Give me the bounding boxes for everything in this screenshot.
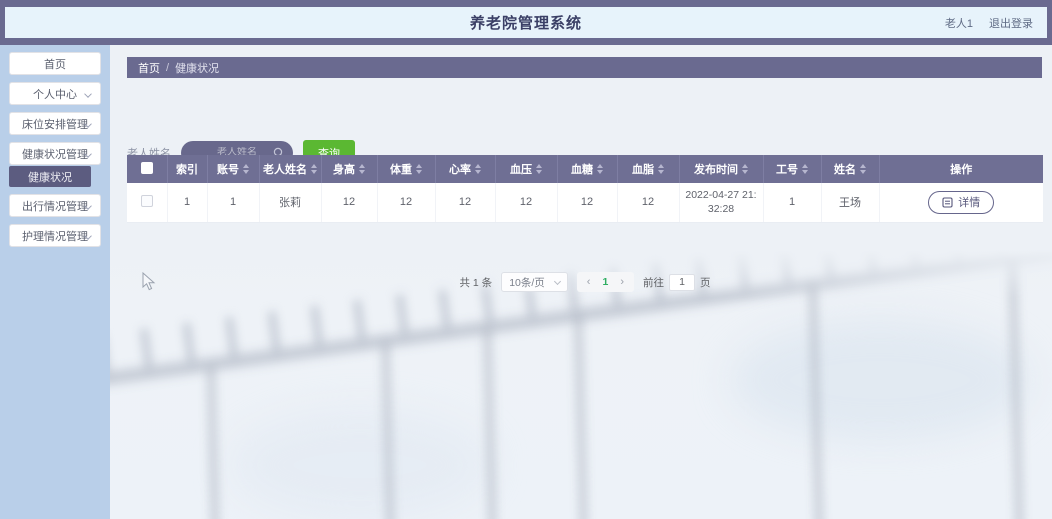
sidebar-item-label: 健康状况管理: [22, 148, 88, 161]
sort-icon[interactable]: [243, 164, 249, 174]
document-icon: [942, 197, 953, 208]
sidebar-item-label: 护理情况管理: [22, 230, 88, 243]
pager: ‹ 1 ›: [576, 272, 634, 292]
app-title: 养老院管理系统: [469, 15, 582, 32]
chevron-down-icon: [84, 90, 92, 98]
current-user[interactable]: 老人1: [945, 15, 973, 31]
cell-heart-rate: 12: [435, 183, 496, 223]
fence-bar: [574, 314, 589, 519]
col-elder-name[interactable]: 老人姓名: [259, 155, 322, 183]
col-work-id[interactable]: 工号: [763, 155, 822, 183]
sidebar-item-bed-management[interactable]: 床位安排管理: [9, 112, 101, 135]
goto-suffix: 页: [699, 276, 711, 289]
current-page[interactable]: 1: [602, 276, 608, 288]
sort-icon[interactable]: [311, 164, 317, 174]
col-blood-sugar[interactable]: 血糖: [557, 155, 618, 183]
sort-icon[interactable]: [742, 164, 748, 174]
sidebar: 首页 个人中心 床位安排管理 健康状况管理 健康状况 出行情况管理 护理情况管理: [0, 45, 110, 519]
pagination-total: 共 1 条: [459, 276, 493, 289]
page-size-select[interactable]: 10条/页: [501, 272, 568, 292]
sort-icon[interactable]: [359, 164, 365, 174]
health-table: 索引 账号 老人姓名 身高 体重 心率 血压 血糖 血脂 发布时间 工号 姓名 …: [127, 155, 1043, 223]
sort-icon[interactable]: [860, 164, 866, 174]
prev-page-button[interactable]: ‹: [587, 276, 591, 288]
sidebar-item-nursing-management[interactable]: 护理情况管理: [9, 224, 101, 247]
sidebar-subitem-health-status-active[interactable]: 健康状况: [9, 166, 91, 187]
cell-work-id: 1: [763, 183, 822, 223]
sidebar-item-travel-management[interactable]: 出行情况管理: [9, 194, 101, 217]
table-header-row: 索引 账号 老人姓名 身高 体重 心率 血压 血糖 血脂 发布时间 工号 姓名 …: [127, 155, 1043, 183]
cell-blood-pressure: 12: [495, 183, 558, 223]
breadcrumb-separator: /: [166, 61, 170, 74]
sort-icon[interactable]: [802, 164, 808, 174]
cell-height: 12: [321, 183, 378, 223]
row-checkbox[interactable]: [140, 194, 153, 207]
sort-icon[interactable]: [658, 164, 664, 174]
app-header: 养老院管理系统 老人1 退出登录: [5, 7, 1047, 38]
sidebar-item-home[interactable]: 首页: [9, 52, 101, 75]
sort-icon[interactable]: [416, 164, 422, 174]
goto-label: 前往: [642, 276, 664, 289]
col-blood-lipid[interactable]: 血脂: [617, 155, 680, 183]
col-actions: 操作: [879, 155, 1043, 183]
cell-staff-name: 王场: [821, 183, 880, 223]
sort-icon[interactable]: [597, 164, 603, 174]
col-publish-time[interactable]: 发布时间: [679, 155, 764, 183]
col-weight[interactable]: 体重: [377, 155, 436, 183]
col-height[interactable]: 身高: [321, 155, 378, 183]
next-page-button[interactable]: ›: [620, 276, 624, 288]
goto-page: 前往 页: [642, 273, 711, 291]
logout-link[interactable]: 退出登录: [989, 15, 1033, 31]
col-heart-rate[interactable]: 心率: [435, 155, 496, 183]
col-account[interactable]: 账号: [207, 155, 260, 183]
chevron-down-icon: [553, 277, 561, 285]
main-content: 首页 / 健康状况 老人姓名 查询: [110, 45, 1052, 519]
breadcrumb-current: 健康状况: [175, 62, 220, 75]
fence-bar: [483, 327, 498, 519]
sidebar-subitem-label: 健康状况: [28, 171, 72, 184]
sort-icon[interactable]: [536, 164, 542, 174]
cell-account: 1: [207, 183, 260, 223]
page-size-value: 10条/页: [509, 276, 545, 289]
window-frame: 养老院管理系统 老人1 退出登录: [0, 0, 1052, 45]
breadcrumb-home[interactable]: 首页: [138, 60, 160, 76]
sidebar-item-label: 个人中心: [33, 88, 77, 101]
sort-icon[interactable]: [475, 164, 481, 174]
cell-blood-sugar: 12: [557, 183, 618, 223]
breadcrumb: 首页 / 健康状况: [127, 57, 1042, 78]
detail-button[interactable]: 详情: [928, 190, 995, 214]
table-row: 1 1 张莉 12 12 12 12 12 12 2022-04-27 21:3…: [127, 183, 1043, 223]
col-blood-pressure[interactable]: 血压: [495, 155, 558, 183]
cell-blood-lipid: 12: [617, 183, 680, 223]
sidebar-item-label: 床位安排管理: [22, 118, 88, 131]
goto-page-input[interactable]: [668, 273, 695, 291]
cell-publish-time: 2022-04-27 21:32:28: [679, 183, 764, 223]
mouse-cursor: [142, 272, 156, 291]
fence-bar: [207, 365, 220, 519]
col-index: 索引: [167, 155, 208, 183]
sidebar-item-health-management[interactable]: 健康状况管理: [9, 142, 101, 165]
header-user-area: 老人1 退出登录: [945, 7, 1033, 38]
sidebar-item-personal-center[interactable]: 个人中心: [9, 82, 101, 105]
cell-weight: 12: [377, 183, 436, 223]
sidebar-item-label: 首页: [44, 58, 66, 71]
pagination: 共 1 条 10条/页 ‹ 1 › 前往 页: [127, 272, 1043, 292]
col-staff-name[interactable]: 姓名: [821, 155, 880, 183]
cell-elder-name: 张莉: [259, 183, 322, 223]
detail-button-label: 详情: [958, 197, 981, 210]
sidebar-item-label: 出行情况管理: [22, 200, 88, 213]
cell-index: 1: [167, 183, 208, 223]
select-all-checkbox[interactable]: [140, 161, 153, 174]
